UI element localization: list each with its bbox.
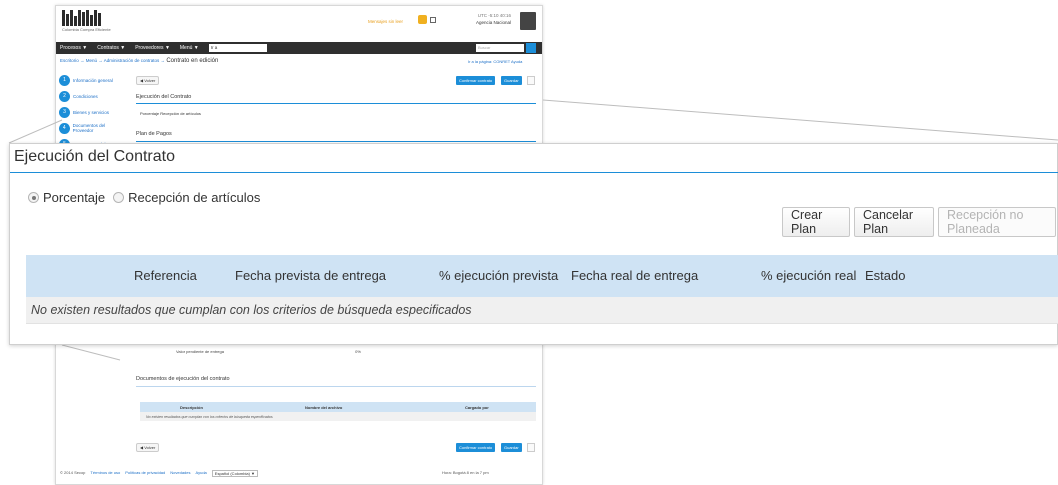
section-execution: Ejecución del Contrato bbox=[136, 94, 192, 100]
logo: Colombia Compra Eficiente bbox=[62, 10, 111, 34]
nav-contracts[interactable]: Contratos ▼ bbox=[97, 45, 125, 51]
zoomed-execution-panel: Ejecución del Contrato Porcentaje Recepc… bbox=[9, 143, 1058, 345]
main-nav: Procesos ▼ Contratos ▼ Proveedores ▼ Men… bbox=[56, 42, 542, 54]
unread-messages-link[interactable]: Mensajes sin leer bbox=[368, 19, 403, 24]
search-icon[interactable] bbox=[526, 43, 536, 53]
agency-selector[interactable]: Agencia Nacional bbox=[476, 19, 511, 26]
col-real-date[interactable]: Fecha real de entrega bbox=[571, 268, 698, 283]
sidebar-item-supplier-docs[interactable]: 4 Documentos del Proveedor bbox=[59, 120, 125, 136]
pending-value-row: Valor pendiente de entrega 0% bbox=[176, 349, 361, 354]
back-button-bottom[interactable]: ◀ Volver bbox=[136, 443, 160, 452]
search-input[interactable]: Buscar bbox=[476, 44, 524, 52]
section-execution-docs: Documentos de ejecución del contrato bbox=[136, 376, 230, 382]
user-info: UTC -5:10 40:16 Agencia Nacional bbox=[476, 12, 511, 26]
radio-reception-label: Recepción de artículos bbox=[128, 190, 261, 205]
footer-link-help[interactable]: Ayuda bbox=[196, 470, 207, 477]
user-time: UTC -5:10 40:16 bbox=[477, 13, 512, 18]
cancel-plan-button[interactable]: Cancelar Plan bbox=[854, 207, 934, 237]
footer-link-terms[interactable]: Términos de uso bbox=[90, 470, 120, 477]
docs-table-empty: No existen resultados que cumplan con lo… bbox=[140, 412, 536, 421]
footer-link-news[interactable]: Novedades bbox=[170, 470, 190, 477]
avatar[interactable] bbox=[520, 12, 536, 30]
sidebar-item-general[interactable]: 1 Información general bbox=[59, 72, 125, 88]
sidebar-item-conditions[interactable]: 2 Condiciones bbox=[59, 88, 125, 104]
back-button[interactable]: ◀ Volver bbox=[136, 76, 160, 85]
col-planned-percent[interactable]: % ejecución prevista bbox=[439, 268, 558, 283]
empty-results-message: No existen resultados que cumplan con lo… bbox=[31, 303, 472, 317]
confirm-contract-button[interactable]: Confirmar contrato bbox=[456, 76, 496, 85]
create-plan-button[interactable]: Crear Plan bbox=[782, 207, 850, 237]
unplanned-reception-button[interactable]: Recepción no Planeada bbox=[938, 207, 1056, 237]
sidebar-item-goods[interactable]: 3 Bienes y servicios bbox=[59, 104, 125, 120]
language-select[interactable]: Español (Colombia) ▼ bbox=[211, 470, 258, 477]
docs-table-header: Descripción Nombre del archivo Cargado p… bbox=[140, 402, 536, 412]
nav-processes[interactable]: Procesos ▼ bbox=[60, 45, 87, 51]
more-options-button[interactable] bbox=[527, 76, 535, 85]
sidebar: 1 Información general 2 Condiciones 3 Biene… bbox=[59, 72, 125, 152]
notification-icon[interactable] bbox=[418, 15, 427, 24]
page-title: Contrato en edición bbox=[166, 58, 219, 64]
page-header: Colombia Compra Eficiente Mensajes sin l… bbox=[56, 6, 542, 41]
grid-icon[interactable] bbox=[430, 16, 436, 23]
col-reference[interactable]: Referencia bbox=[134, 268, 197, 283]
radio-group-small[interactable]: Porcentaje Recepción de artículos bbox=[140, 111, 201, 116]
radio-percentage-label: Porcentaje bbox=[43, 190, 106, 205]
col-real-percent[interactable]: % ejecución real bbox=[761, 268, 856, 283]
execution-table-header: Referencia Fecha prevista de entrega % e… bbox=[26, 255, 1058, 297]
execution-section-title: Ejecución del Contrato bbox=[14, 148, 175, 165]
more-options-button-bottom[interactable] bbox=[527, 443, 535, 452]
logo-caption: Colombia Compra Eficiente bbox=[62, 27, 111, 32]
save-button[interactable]: Guardar bbox=[501, 76, 522, 85]
execution-type-radio-group: Porcentaje Recepción de artículos bbox=[28, 190, 260, 205]
col-planned-date[interactable]: Fecha prevista de entrega bbox=[235, 268, 386, 283]
footer: © 2014 Secop Términos de uso Políticas d… bbox=[60, 470, 489, 477]
save-button-bottom[interactable]: Guardar bbox=[501, 443, 522, 452]
table-row: No existen resultados que cumplan con lo… bbox=[26, 297, 1058, 324]
goto-page-help[interactable]: Ir a la página: CONRET Ayuda bbox=[468, 59, 522, 64]
footer-link-privacy[interactable]: Políticas de privacidad bbox=[125, 470, 165, 477]
nav-menu[interactable]: Menú ▼ bbox=[180, 45, 199, 51]
nav-suppliers[interactable]: Proveedores ▼ bbox=[135, 45, 170, 51]
section-payment-plan: Plan de Pagos bbox=[136, 131, 172, 137]
confirm-contract-button-bottom[interactable]: Confirmar contrato bbox=[456, 443, 496, 452]
radio-percentage[interactable] bbox=[28, 192, 39, 203]
radio-reception[interactable] bbox=[113, 192, 125, 203]
col-status[interactable]: Estado bbox=[865, 268, 905, 283]
docs-table: Descripción Nombre del archivo Cargado p… bbox=[140, 402, 536, 421]
breadcrumb-path[interactable]: Escritorio → Menú → Administración de co… bbox=[60, 58, 165, 63]
breadcrumb: Escritorio → Menú → Administración de co… bbox=[60, 58, 218, 64]
nav-goto-select[interactable]: Ir a bbox=[208, 44, 267, 52]
